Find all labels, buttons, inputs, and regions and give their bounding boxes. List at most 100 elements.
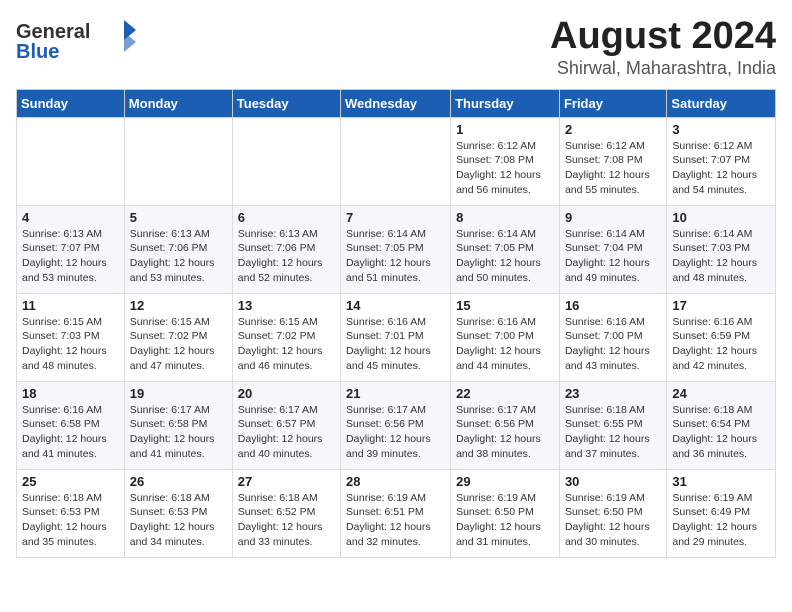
- day-cell-7: 7 Sunrise: 6:14 AM Sunset: 7:05 PM Daylig…: [341, 205, 451, 293]
- day-cell-20: 20 Sunrise: 6:17 AM Sunset: 6:57 PM Dayli…: [232, 381, 340, 469]
- day-info: Sunrise: 6:14 AM Sunset: 7:05 PM Dayligh…: [346, 227, 445, 286]
- day-info: Sunrise: 6:16 AM Sunset: 7:00 PM Dayligh…: [565, 315, 661, 374]
- day-info: Sunrise: 6:15 AM Sunset: 7:02 PM Dayligh…: [130, 315, 227, 374]
- day-number: 29: [456, 474, 554, 489]
- day-number: 10: [672, 210, 770, 225]
- week-row-1: 1 Sunrise: 6:12 AM Sunset: 7:08 PM Daylig…: [17, 117, 776, 205]
- day-number: 28: [346, 474, 445, 489]
- day-info: Sunrise: 6:18 AM Sunset: 6:53 PM Dayligh…: [130, 491, 227, 550]
- day-info: Sunrise: 6:18 AM Sunset: 6:52 PM Dayligh…: [238, 491, 335, 550]
- day-header-sunday: Sunday: [17, 89, 125, 117]
- day-info: Sunrise: 6:14 AM Sunset: 7:05 PM Dayligh…: [456, 227, 554, 286]
- empty-cell: [124, 117, 232, 205]
- calendar-title: August 2024: [550, 16, 776, 58]
- day-info: Sunrise: 6:18 AM Sunset: 6:55 PM Dayligh…: [565, 403, 661, 462]
- day-cell-29: 29 Sunrise: 6:19 AM Sunset: 6:50 PM Dayli…: [451, 469, 560, 557]
- day-info: Sunrise: 6:19 AM Sunset: 6:50 PM Dayligh…: [565, 491, 661, 550]
- day-cell-12: 12Sunrise: 6:15 AM Sunset: 7:02 PM Dayli…: [124, 293, 232, 381]
- day-number: 3: [672, 122, 770, 137]
- day-info: Sunrise: 6:18 AM Sunset: 6:53 PM Dayligh…: [22, 491, 119, 550]
- empty-cell: [341, 117, 451, 205]
- week-row-3: 11 Sunrise: 6:15 AM Sunset: 7:03 PM Dayli…: [17, 293, 776, 381]
- day-info: Sunrise: 6:16 AM Sunset: 7:01 PM Dayligh…: [346, 315, 445, 374]
- day-cell-22: 22 Sunrise: 6:17 AM Sunset: 6:56 PM Dayli…: [451, 381, 560, 469]
- week-row-2: 4Sunrise: 6:13 AM Sunset: 7:07 PM Daylig…: [17, 205, 776, 293]
- calendar-subtitle: Shirwal, Maharashtra, India: [550, 58, 776, 79]
- day-cell-13: 13 Sunrise: 6:15 AM Sunset: 7:02 PM Dayli…: [232, 293, 340, 381]
- day-number: 17: [672, 298, 770, 313]
- day-cell-9: 9 Sunrise: 6:14 AM Sunset: 7:04 PM Daylig…: [559, 205, 666, 293]
- day-number: 16: [565, 298, 661, 313]
- day-number: 8: [456, 210, 554, 225]
- day-info: Sunrise: 6:12 AM Sunset: 7:08 PM Dayligh…: [565, 139, 661, 198]
- day-number: 6: [238, 210, 335, 225]
- day-header-tuesday: Tuesday: [232, 89, 340, 117]
- day-number: 18: [22, 386, 119, 401]
- day-info: Sunrise: 6:12 AM Sunset: 7:08 PM Dayligh…: [456, 139, 554, 198]
- title-block: August 2024 Shirwal, Maharashtra, India: [550, 16, 776, 79]
- day-cell-10: 10 Sunrise: 6:14 AM Sunset: 7:03 PM Dayli…: [667, 205, 776, 293]
- day-number: 19: [130, 386, 227, 401]
- svg-text:General: General: [16, 21, 90, 43]
- day-info: Sunrise: 6:17 AM Sunset: 6:56 PM Dayligh…: [456, 403, 554, 462]
- day-info: Sunrise: 6:15 AM Sunset: 7:03 PM Dayligh…: [22, 315, 119, 374]
- day-number: 22: [456, 386, 554, 401]
- day-cell-26: 26 Sunrise: 6:18 AM Sunset: 6:53 PM Dayli…: [124, 469, 232, 557]
- day-info: Sunrise: 6:15 AM Sunset: 7:02 PM Dayligh…: [238, 315, 335, 374]
- empty-cell: [232, 117, 340, 205]
- calendar-header-row: SundayMondayTuesdayWednesdayThursdayFrid…: [17, 89, 776, 117]
- day-info: Sunrise: 6:19 AM Sunset: 6:50 PM Dayligh…: [456, 491, 554, 550]
- day-header-monday: Monday: [124, 89, 232, 117]
- day-info: Sunrise: 6:14 AM Sunset: 7:04 PM Dayligh…: [565, 227, 661, 286]
- day-info: Sunrise: 6:13 AM Sunset: 7:06 PM Dayligh…: [238, 227, 335, 286]
- day-number: 15: [456, 298, 554, 313]
- day-cell-25: 25 Sunrise: 6:18 AM Sunset: 6:53 PM Dayli…: [17, 469, 125, 557]
- logo: General Blue: [16, 16, 136, 60]
- day-cell-5: 5Sunrise: 6:13 AM Sunset: 7:06 PM Daylig…: [124, 205, 232, 293]
- day-info: Sunrise: 6:19 AM Sunset: 6:51 PM Dayligh…: [346, 491, 445, 550]
- day-number: 25: [22, 474, 119, 489]
- day-cell-2: 2 Sunrise: 6:12 AM Sunset: 7:08 PM Daylig…: [559, 117, 666, 205]
- empty-cell: [17, 117, 125, 205]
- day-number: 13: [238, 298, 335, 313]
- day-number: 21: [346, 386, 445, 401]
- day-number: 11: [22, 298, 119, 313]
- day-cell-3: 3Sunrise: 6:12 AM Sunset: 7:07 PM Daylig…: [667, 117, 776, 205]
- day-number: 9: [565, 210, 661, 225]
- day-cell-19: 19Sunrise: 6:17 AM Sunset: 6:58 PM Dayli…: [124, 381, 232, 469]
- day-cell-21: 21Sunrise: 6:17 AM Sunset: 6:56 PM Dayli…: [341, 381, 451, 469]
- day-header-thursday: Thursday: [451, 89, 560, 117]
- day-info: Sunrise: 6:16 AM Sunset: 6:58 PM Dayligh…: [22, 403, 119, 462]
- day-cell-6: 6 Sunrise: 6:13 AM Sunset: 7:06 PM Daylig…: [232, 205, 340, 293]
- day-number: 30: [565, 474, 661, 489]
- day-info: Sunrise: 6:16 AM Sunset: 6:59 PM Dayligh…: [672, 315, 770, 374]
- day-number: 24: [672, 386, 770, 401]
- header: General Blue August 2024 Shirwal, Mahara…: [16, 16, 776, 79]
- day-info: Sunrise: 6:17 AM Sunset: 6:57 PM Dayligh…: [238, 403, 335, 462]
- day-cell-17: 17 Sunrise: 6:16 AM Sunset: 6:59 PM Dayli…: [667, 293, 776, 381]
- logo-container: General Blue: [16, 16, 136, 60]
- day-cell-16: 16 Sunrise: 6:16 AM Sunset: 7:00 PM Dayli…: [559, 293, 666, 381]
- day-cell-31: 31 Sunrise: 6:19 AM Sunset: 6:49 PM Dayli…: [667, 469, 776, 557]
- day-number: 20: [238, 386, 335, 401]
- day-cell-4: 4Sunrise: 6:13 AM Sunset: 7:07 PM Daylig…: [17, 205, 125, 293]
- day-number: 27: [238, 474, 335, 489]
- day-info: Sunrise: 6:14 AM Sunset: 7:03 PM Dayligh…: [672, 227, 770, 286]
- week-row-5: 25 Sunrise: 6:18 AM Sunset: 6:53 PM Dayli…: [17, 469, 776, 557]
- day-info: Sunrise: 6:19 AM Sunset: 6:49 PM Dayligh…: [672, 491, 770, 550]
- day-cell-24: 24 Sunrise: 6:18 AM Sunset: 6:54 PM Dayli…: [667, 381, 776, 469]
- day-header-friday: Friday: [559, 89, 666, 117]
- day-number: 2: [565, 122, 661, 137]
- day-cell-23: 23Sunrise: 6:18 AM Sunset: 6:55 PM Dayli…: [559, 381, 666, 469]
- day-header-saturday: Saturday: [667, 89, 776, 117]
- day-info: Sunrise: 6:13 AM Sunset: 7:07 PM Dayligh…: [22, 227, 119, 286]
- day-number: 5: [130, 210, 227, 225]
- day-number: 31: [672, 474, 770, 489]
- day-number: 1: [456, 122, 554, 137]
- day-cell-14: 14Sunrise: 6:16 AM Sunset: 7:01 PM Dayli…: [341, 293, 451, 381]
- day-info: Sunrise: 6:18 AM Sunset: 6:54 PM Dayligh…: [672, 403, 770, 462]
- day-number: 7: [346, 210, 445, 225]
- week-row-4: 18 Sunrise: 6:16 AM Sunset: 6:58 PM Dayli…: [17, 381, 776, 469]
- day-cell-15: 15Sunrise: 6:16 AM Sunset: 7:00 PM Dayli…: [451, 293, 560, 381]
- day-number: 26: [130, 474, 227, 489]
